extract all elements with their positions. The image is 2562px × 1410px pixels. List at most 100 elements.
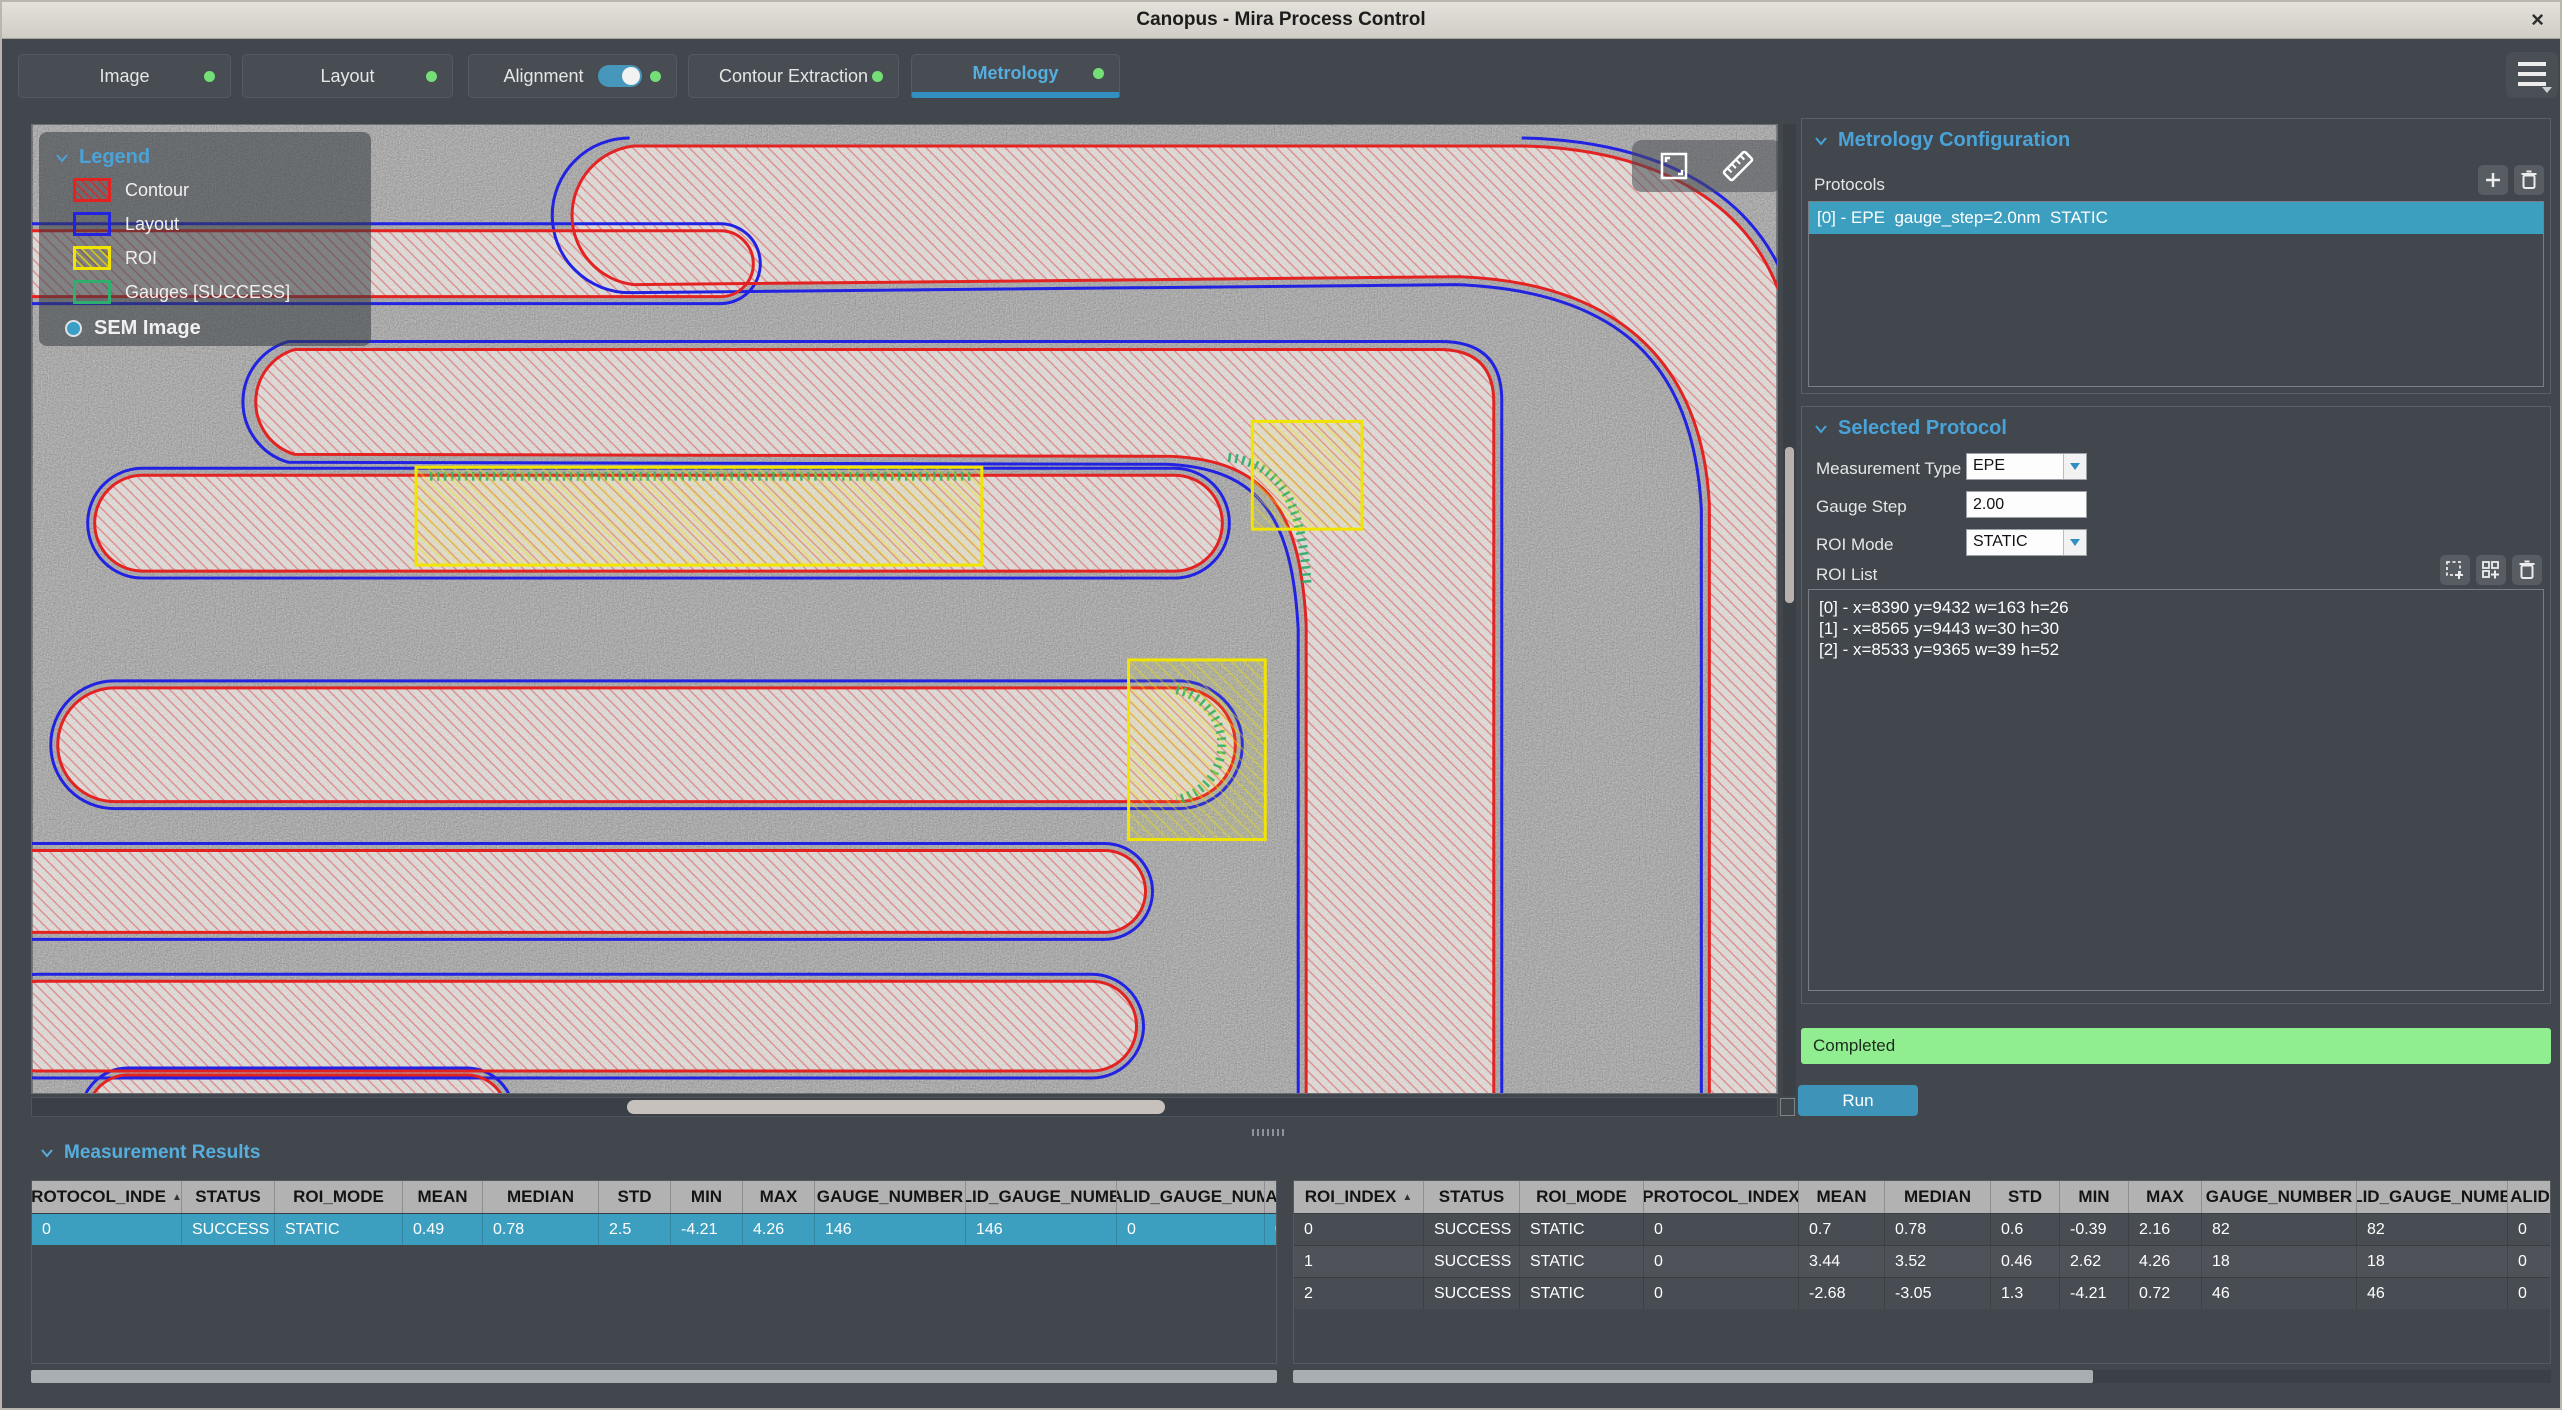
vertical-scrollbar-thumb[interactable] xyxy=(1785,447,1794,603)
add-protocol-button[interactable] xyxy=(2478,165,2508,195)
trash-icon xyxy=(2519,560,2535,579)
legend-item-contour[interactable]: Contour xyxy=(73,177,371,203)
right-table-scrollbar[interactable] xyxy=(1293,1370,2551,1383)
table-cell: 0.46 xyxy=(1991,1246,2060,1277)
column-header[interactable]: MEAN xyxy=(1799,1181,1885,1213)
panel-splitter[interactable] xyxy=(2,1126,2560,1138)
tab-metrology[interactable]: Metrology xyxy=(911,54,1120,98)
column-header[interactable]: ROI_MODE xyxy=(1520,1181,1644,1213)
app-window: { "window": { "title": "Canopus - Mira P… xyxy=(0,0,2562,1410)
roi-list-item[interactable]: [0] - x=8390 y=9432 w=163 h=26 xyxy=(1819,597,2533,618)
measurement-type-dropdown[interactable]: EPE xyxy=(1966,453,2087,480)
table-cell: 2.5 xyxy=(599,1214,671,1245)
table-cell: 4.26 xyxy=(743,1214,815,1245)
right-table-scrollbar-thumb[interactable] xyxy=(1293,1370,2093,1383)
column-header[interactable]: ROI_INDEX ▲ xyxy=(1294,1181,1424,1213)
column-header[interactable]: ALID xyxy=(2508,1181,2550,1213)
table-cell: STATIC xyxy=(1520,1278,1644,1309)
column-header[interactable]: MEDIAN xyxy=(483,1181,599,1213)
column-header[interactable]: STD xyxy=(599,1181,671,1213)
left-table-scrollbar[interactable] xyxy=(31,1370,1277,1383)
column-header[interactable]: PROTOCOL_INDEX xyxy=(1644,1181,1799,1213)
status-dot xyxy=(204,70,215,82)
column-header[interactable]: MIN xyxy=(671,1181,743,1213)
title-bar: Canopus - Mira Process Control × xyxy=(2,2,2560,39)
column-header[interactable]: GAUGE_NUMBER xyxy=(2202,1181,2357,1213)
vertical-scrollbar[interactable] xyxy=(1783,124,1796,1096)
table-cell: 0 xyxy=(2508,1214,2550,1245)
table-row[interactable]: 0 SUCCESS STATIC 0.49 0.78 2.5 -4.21 4.26 146 146… xyxy=(32,1213,1276,1245)
status-dot xyxy=(872,70,883,82)
tab-image[interactable]: Image xyxy=(18,54,231,98)
column-header[interactable]: ROI_MODE xyxy=(275,1181,403,1213)
table-cell: 0 xyxy=(1265,1214,1276,1245)
chevron-down-icon[interactable] xyxy=(1814,424,1828,434)
column-header[interactable]: STD xyxy=(1991,1181,2060,1213)
left-table-scrollbar-thumb[interactable] xyxy=(31,1370,1277,1383)
table-cell: 146 xyxy=(815,1214,966,1245)
duplicate-roi-button[interactable] xyxy=(2476,555,2506,585)
roi-list-item[interactable]: [2] - x=8533 y=9365 w=39 h=52 xyxy=(1819,639,2533,660)
protocol-list-item[interactable]: [0] - EPE gauge_step=2.0nm STATIC xyxy=(1809,202,2543,234)
table-cell: 0.6 xyxy=(1991,1214,2060,1245)
column-header[interactable]: LID_GAUGE_NUME xyxy=(966,1181,1117,1213)
dashed-rect-plus-icon xyxy=(2446,561,2463,579)
table-cell: 1.3 xyxy=(1991,1278,2060,1309)
close-button[interactable]: × xyxy=(2531,7,2544,33)
table-cell: SUCCESS xyxy=(1424,1246,1520,1277)
column-header[interactable]: MIN xyxy=(2060,1181,2129,1213)
roi-list-item[interactable]: [1] - x=8565 y=9443 w=30 h=30 xyxy=(1819,618,2533,639)
legend-overlay: Legend Contour Layout ROI Gauges [SUCCES… xyxy=(39,132,371,346)
gauge-step-input[interactable] xyxy=(1966,491,2087,518)
tab-alignment[interactable]: Alignment xyxy=(468,54,677,98)
column-header[interactable]: GAUGE_NUMBER xyxy=(815,1181,966,1213)
dropdown-arrow-icon xyxy=(2063,530,2086,555)
column-header[interactable]: STATUS xyxy=(182,1181,275,1213)
column-header[interactable]: MEDIAN xyxy=(1885,1181,1991,1213)
metrology-configuration-section: Metrology Configuration Protocols [0] - … xyxy=(1801,118,2551,394)
column-header[interactable]: LID_GAUGE_NUMB xyxy=(2357,1181,2508,1213)
table-row[interactable]: 0 SUCCESS STATIC 0 0.7 0.78 0.6 -0.39 2.16 82 82 0 xyxy=(1294,1213,2550,1245)
delete-protocol-button[interactable] xyxy=(2514,165,2544,195)
add-roi-button[interactable] xyxy=(2440,555,2470,585)
fit-to-view-icon[interactable] xyxy=(1657,149,1691,183)
tab-contour-extraction[interactable]: Contour Extraction xyxy=(688,54,899,98)
legend-item-sem-image[interactable]: SEM Image xyxy=(65,317,371,340)
hamburger-icon xyxy=(2518,62,2546,66)
tab-label: Alignment xyxy=(503,65,584,86)
contour-swatch-icon xyxy=(73,178,111,202)
table-row[interactable]: 2 SUCCESS STATIC 0 -2.68 -3.05 1.3 -4.21 0.72 46 4… xyxy=(1294,1277,2550,1309)
table-row[interactable]: 1 SUCCESS STATIC 0 3.44 3.52 0.46 2.62 4.26 18 18 0 xyxy=(1294,1245,2550,1277)
legend-item-gauges[interactable]: Gauges [SUCCESS] xyxy=(73,279,371,305)
table-cell: 0 xyxy=(1644,1278,1799,1309)
run-button[interactable]: Run xyxy=(1798,1085,1918,1116)
roi-mode-dropdown[interactable]: STATIC xyxy=(1966,529,2087,556)
chevron-down-icon[interactable] xyxy=(1814,136,1828,146)
alignment-toggle[interactable] xyxy=(597,65,642,87)
table-cell: -2.68 xyxy=(1799,1278,1885,1309)
ruler-measure-icon[interactable] xyxy=(1719,147,1757,185)
column-header[interactable]: ALID_GAUGE_NUM xyxy=(1117,1181,1265,1213)
horizontal-scrollbar-thumb[interactable] xyxy=(627,1100,1165,1114)
delete-roi-button[interactable] xyxy=(2512,555,2542,585)
column-header[interactable]: STATUS xyxy=(1424,1181,1520,1213)
chevron-down-icon[interactable] xyxy=(40,1148,54,1158)
splitter-grip[interactable] xyxy=(1252,1129,1284,1136)
column-header[interactable]: MEAN xyxy=(403,1181,483,1213)
column-header[interactable]: MAX xyxy=(743,1181,815,1213)
horizontal-scrollbar[interactable] xyxy=(31,1097,1778,1117)
tab-layout[interactable]: Layout xyxy=(242,54,453,98)
toggle-knob xyxy=(621,67,640,85)
legend-item-roi[interactable]: ROI xyxy=(73,245,371,271)
hamburger-menu-button[interactable] xyxy=(2506,52,2558,98)
table-cell: 2.16 xyxy=(2129,1214,2202,1245)
table-cell: SUCCESS xyxy=(1424,1214,1520,1245)
chevron-down-icon[interactable] xyxy=(55,153,69,163)
window-title: Canopus - Mira Process Control xyxy=(1136,9,1426,30)
column-header[interactable]: MAX xyxy=(2129,1181,2202,1213)
column-header[interactable]: ROTOCOL_INDE ▲ xyxy=(32,1181,182,1213)
column-header[interactable]: A xyxy=(1265,1181,1276,1213)
results-title: Measurement Results xyxy=(64,1142,261,1163)
legend-item-layout[interactable]: Layout xyxy=(73,211,371,237)
table-cell: -3.05 xyxy=(1885,1278,1991,1309)
